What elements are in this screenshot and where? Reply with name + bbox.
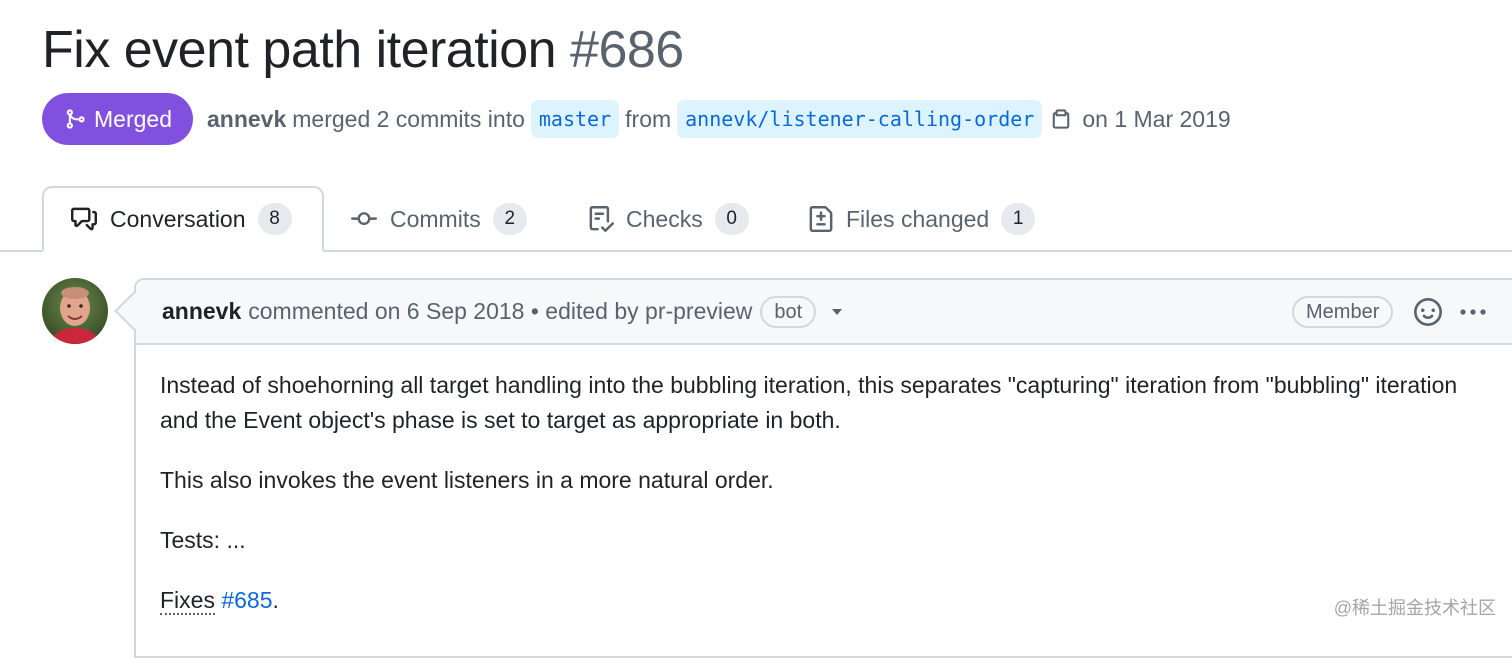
fixes-keyword: Fixes (160, 587, 215, 615)
merged-state-label: Merged (94, 105, 172, 132)
bot-label: bot (760, 295, 817, 328)
tab-conversation-count: 8 (257, 203, 292, 235)
tab-commits[interactable]: Commits 2 (350, 186, 527, 252)
tab-files-changed[interactable]: Files changed 1 (808, 186, 1036, 252)
comment-paragraph-2: This also invokes the event listeners in… (160, 467, 774, 493)
tab-files-changed-label: Files changed (846, 205, 990, 232)
git-merge-icon (66, 109, 85, 129)
tab-files-changed-count: 1 (1001, 203, 1036, 235)
comment-discussion-icon (71, 207, 97, 231)
watermark: @稀土掘金技术社区 (1333, 598, 1496, 618)
merged-state-badge: Merged (42, 93, 193, 145)
git-commit-icon (351, 212, 377, 226)
checklist-icon (589, 206, 614, 232)
kebab-horizontal-icon (1460, 309, 1486, 315)
avatar[interactable] (42, 278, 108, 344)
merge-date: on 1 Mar 2019 (1082, 105, 1231, 132)
tab-checks-count: 0 (714, 203, 749, 235)
comment-paragraph-4: Fixes #685. (160, 583, 1460, 618)
file-diff-icon (809, 206, 833, 232)
pr-number: #686 (570, 21, 684, 79)
fixes-period: . (272, 587, 279, 613)
copy-branch-icon[interactable] (1050, 106, 1072, 132)
base-branch-link[interactable]: master (530, 100, 620, 138)
from-text: from (625, 105, 672, 132)
pr-author-link[interactable]: annevk (207, 106, 286, 133)
comment-meta: commented on 6 Sep 2018 • edited by pr-p… (248, 298, 753, 324)
pr-title-text: Fix event path iteration (42, 21, 557, 79)
edit-history-dropdown[interactable] (830, 307, 844, 317)
tab-checks[interactable]: Checks 0 (588, 186, 749, 252)
tab-commits-label: Commits (390, 205, 481, 232)
comment-author-link[interactable]: annevk (162, 298, 241, 325)
smiley-icon (1414, 298, 1442, 326)
issue-link[interactable]: #685 (221, 587, 272, 613)
comment-paragraph-3: Tests: ... (160, 527, 246, 553)
tab-conversation[interactable]: Conversation 8 (42, 186, 324, 252)
pr-meta: Merged annevk merged 2 commits into mast… (42, 93, 1231, 145)
comment-options-button[interactable] (1458, 302, 1488, 327)
tab-conversation-label: Conversation (110, 205, 246, 232)
comment-body: Instead of shoehorning all target handli… (160, 368, 1460, 643)
triangle-down-icon (832, 308, 843, 315)
tab-commits-count: 2 (492, 203, 527, 235)
pr-title: Fix event path iteration #686 (42, 14, 684, 86)
comment-header: annevk commented on 6 Sep 2018 • edited … (136, 280, 1512, 345)
member-label: Member (1292, 296, 1394, 328)
pr-tabs: Conversation 8 Commits 2 Checks 0 Files … (0, 186, 1512, 252)
tab-checks-label: Checks (626, 205, 703, 232)
head-branch-link[interactable]: annevk/listener-calling-order (677, 100, 1043, 138)
comment-paragraph-1: Instead of shoehorning all target handli… (160, 372, 1458, 433)
add-reaction-button[interactable] (1414, 298, 1442, 331)
comment-box: annevk commented on 6 Sep 2018 • edited … (134, 278, 1512, 658)
merge-text: merged 2 commits into (292, 105, 525, 132)
